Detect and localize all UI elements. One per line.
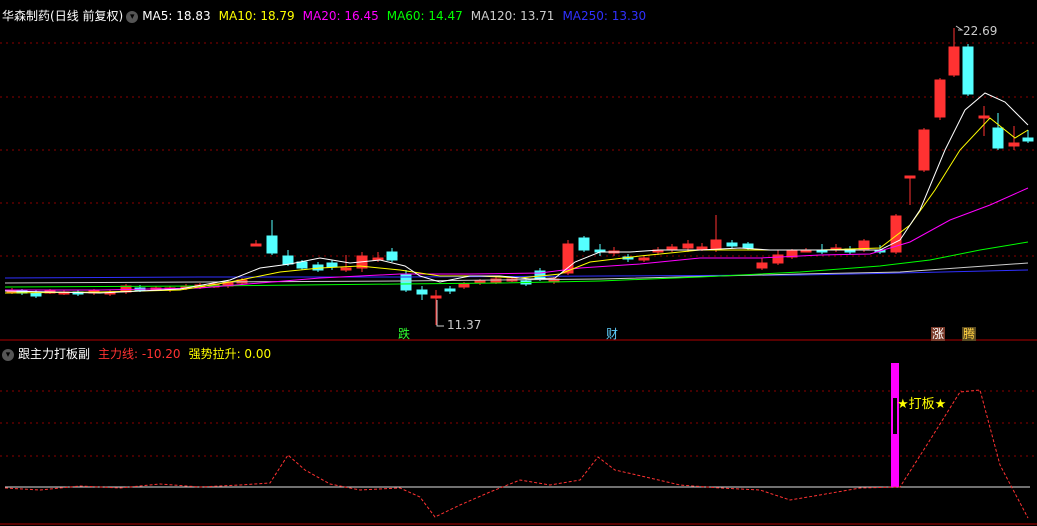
candle-body	[696, 246, 708, 250]
candle-body	[444, 288, 456, 292]
candle	[416, 286, 428, 300]
candle	[816, 244, 828, 254]
main-force-line-value: 主力线: -10.20	[98, 347, 181, 361]
candle	[962, 44, 974, 96]
candle-body	[962, 46, 974, 95]
indicator-header: ▾ 跟主力打板副 主力线: -10.20 强势拉升: 0.00	[2, 345, 271, 362]
candle-body	[296, 261, 308, 269]
candle	[1008, 126, 1020, 150]
candle	[430, 290, 442, 325]
candle	[340, 255, 352, 272]
chart-canvas[interactable]	[0, 0, 1037, 526]
candle-body	[948, 46, 960, 76]
daban-signal-label: ★打板★	[897, 397, 947, 412]
tag-cai[interactable]: 财	[606, 327, 618, 341]
candle-body	[250, 243, 262, 247]
ma-legend-item: MA10: 18.79	[218, 9, 295, 23]
candle-body	[458, 283, 470, 288]
candle	[444, 286, 456, 294]
ma-legend-item: MA5: 18.83	[142, 9, 211, 23]
ma-legend-item: MA60: 14.47	[386, 9, 463, 23]
indicator-name[interactable]: 跟主力打板副	[18, 347, 90, 361]
candle	[934, 78, 946, 120]
stock-name[interactable]: 华森制药	[2, 9, 50, 23]
candle	[830, 244, 842, 252]
candle-body	[682, 243, 694, 249]
candle-body	[978, 115, 990, 119]
candle	[992, 113, 1004, 150]
chevron-down-icon[interactable]: ▾	[2, 348, 14, 361]
period-label: (日线 前复权)	[50, 9, 124, 23]
ma-legend-item: MA120: 13.71	[470, 9, 555, 23]
high-marker-icon	[955, 25, 964, 31]
candle-body	[1022, 137, 1034, 142]
high-price-label: 22.69	[963, 24, 998, 38]
candle	[890, 214, 902, 254]
candle-body	[266, 235, 278, 254]
candle-body	[992, 127, 1004, 149]
candle-body	[710, 239, 722, 251]
strong-rise-value: 强势拉升: 0.00	[188, 347, 272, 361]
candle-body	[638, 257, 650, 261]
main-force-line	[4, 389, 1029, 519]
candle-body	[282, 255, 294, 265]
candle-body	[30, 292, 42, 297]
candle-body	[742, 243, 754, 249]
candle-body	[772, 254, 784, 264]
candle-body	[430, 295, 442, 299]
candle	[710, 215, 722, 252]
candle	[386, 248, 398, 262]
tag-teng[interactable]: 腾	[962, 327, 977, 341]
candle-body	[326, 262, 338, 268]
indicator-series	[4, 363, 1030, 519]
main-header: 华森制药(日线 前复权) ▾ MA5: 18.83 MA10: 18.79 MA20: …	[2, 7, 654, 24]
candle-body	[726, 242, 738, 247]
moving-average-lines	[4, 92, 1029, 294]
candle-body	[416, 289, 428, 295]
candle	[918, 128, 930, 172]
candle-body	[578, 237, 590, 251]
candle	[578, 236, 590, 252]
candlestick-series	[6, 25, 1034, 327]
candle-body	[918, 129, 930, 171]
tag-zhang[interactable]: 涨	[931, 327, 946, 341]
low-price-label: 11.37	[447, 318, 482, 332]
tag-die[interactable]: 跌	[398, 327, 410, 341]
candle-body	[1008, 142, 1020, 147]
candle	[326, 260, 338, 270]
ma-legend-item: MA20: 16.45	[302, 9, 379, 23]
candle-body	[666, 246, 678, 250]
candle	[756, 258, 768, 270]
candle-body	[340, 267, 352, 271]
candle	[948, 28, 960, 77]
candle-body	[386, 251, 398, 261]
ma-legend: MA5: 18.83 MA10: 18.79 MA20: 16.45 MA60: 14…	[142, 9, 654, 23]
candle	[312, 262, 324, 272]
candle	[250, 240, 262, 247]
candle	[904, 175, 916, 205]
candle-body	[934, 79, 946, 118]
ma-line	[4, 92, 1029, 294]
candle-body	[904, 175, 916, 179]
ma-legend-item: MA250: 13.30	[562, 9, 647, 23]
low-marker-icon	[436, 300, 444, 327]
candle	[594, 244, 606, 256]
candle	[726, 240, 738, 248]
candle	[666, 244, 678, 252]
candle-body	[756, 262, 768, 269]
ma-line	[4, 269, 1029, 279]
candle	[266, 220, 278, 255]
chevron-down-icon[interactable]: ▾	[126, 10, 139, 23]
